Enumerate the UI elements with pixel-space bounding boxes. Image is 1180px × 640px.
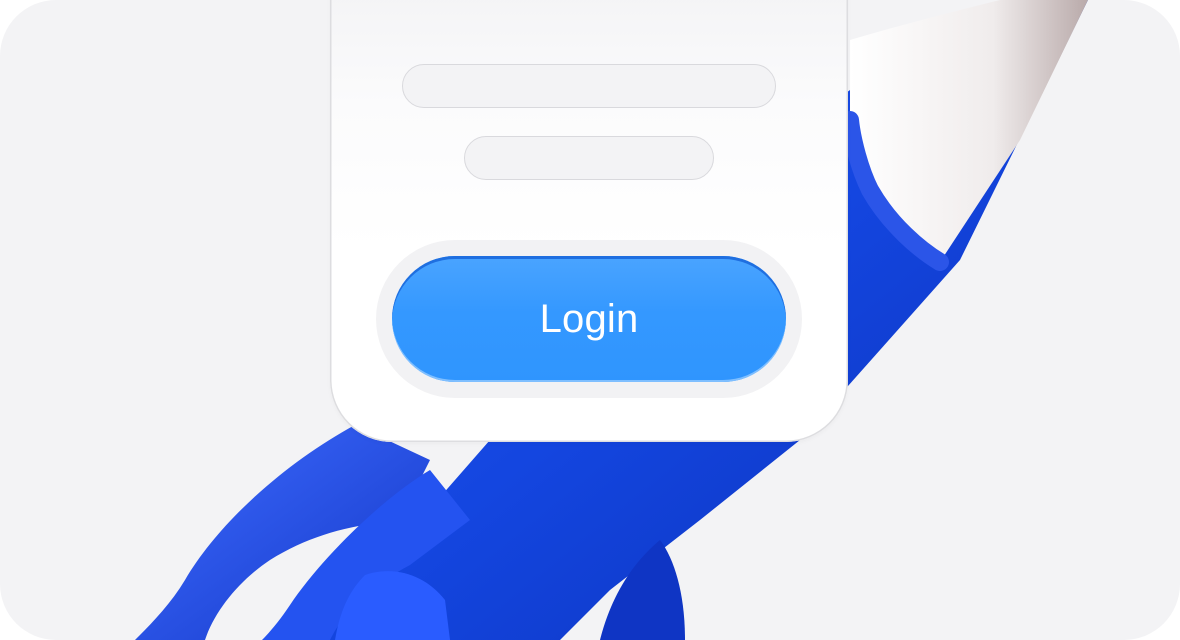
login-button-container: Login [376,240,802,398]
login-button[interactable]: Login [392,256,786,382]
app-canvas: Login [0,0,1180,640]
username-field[interactable] [402,64,776,108]
password-field[interactable] [464,136,714,180]
login-card: Login [330,0,848,442]
